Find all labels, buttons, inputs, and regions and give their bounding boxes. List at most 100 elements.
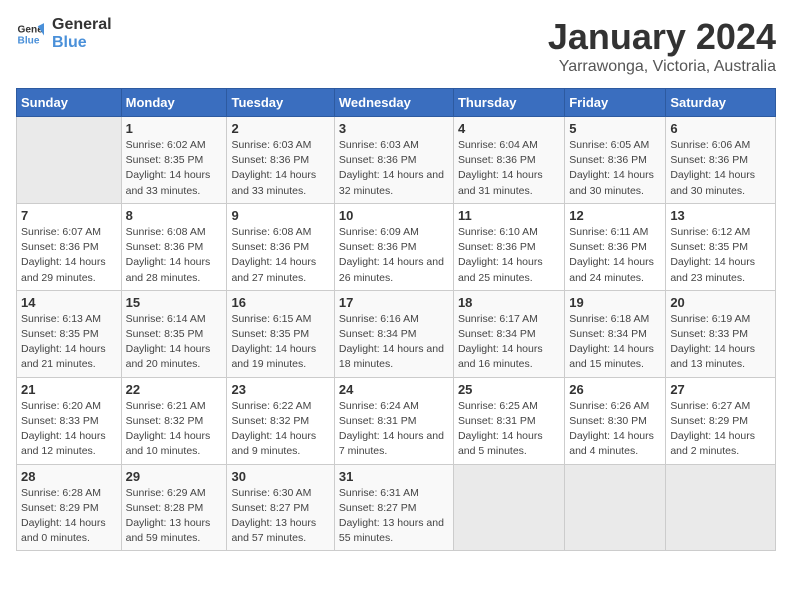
header-row: SundayMondayTuesdayWednesdayThursdayFrid… [17, 89, 776, 117]
week-row-1: 1Sunrise: 6:02 AMSunset: 8:35 PMDaylight… [17, 117, 776, 204]
calendar-cell: 10 Sunrise: 6:09 AMSunset: 8:36 PMDayligh… [334, 203, 453, 290]
day-number: 8 [126, 208, 223, 223]
day-info: Sunrise: 6:29 AMSunset: 8:28 PMDaylight:… [126, 486, 223, 547]
calendar-cell [17, 117, 122, 204]
calendar-cell: 5 Sunrise: 6:05 AMSunset: 8:36 PMDaylight… [565, 117, 666, 204]
calendar-cell: 16 Sunrise: 6:15 AMSunset: 8:35 PMDayligh… [227, 290, 334, 377]
calendar-cell: 13 Sunrise: 6:12 AMSunset: 8:35 PMDayligh… [666, 203, 776, 290]
day-info: Sunrise: 6:03 AMSunset: 8:36 PMDaylight:… [231, 138, 329, 199]
day-number: 23 [231, 382, 329, 397]
day-info: Sunrise: 6:11 AMSunset: 8:36 PMDaylight:… [569, 225, 661, 286]
day-info: Sunrise: 6:16 AMSunset: 8:34 PMDaylight:… [339, 312, 449, 373]
day-number: 19 [569, 295, 661, 310]
day-number: 22 [126, 382, 223, 397]
day-info: Sunrise: 6:31 AMSunset: 8:27 PMDaylight:… [339, 486, 449, 547]
day-info: Sunrise: 6:12 AMSunset: 8:35 PMDaylight:… [670, 225, 771, 286]
day-number: 13 [670, 208, 771, 223]
day-number: 20 [670, 295, 771, 310]
calendar-cell: 3 Sunrise: 6:03 AMSunset: 8:36 PMDaylight… [334, 117, 453, 204]
page-subtitle: Yarrawonga, Victoria, Australia [548, 58, 776, 76]
day-info: Sunrise: 6:10 AMSunset: 8:36 PMDaylight:… [458, 225, 560, 286]
calendar-cell: 27 Sunrise: 6:27 AMSunset: 8:29 PMDayligh… [666, 377, 776, 464]
day-info: Sunrise: 6:05 AMSunset: 8:36 PMDaylight:… [569, 138, 661, 199]
day-info: Sunrise: 6:08 AMSunset: 8:36 PMDaylight:… [231, 225, 329, 286]
day-info: Sunrise: 6:19 AMSunset: 8:33 PMDaylight:… [670, 312, 771, 373]
day-number: 18 [458, 295, 560, 310]
calendar-cell: 1Sunrise: 6:02 AMSunset: 8:35 PMDaylight… [121, 117, 227, 204]
logo: General Blue General Blue [16, 16, 112, 51]
day-info: Sunrise: 6:09 AMSunset: 8:36 PMDaylight:… [339, 225, 449, 286]
day-info: Sunrise: 6:30 AMSunset: 8:27 PMDaylight:… [231, 486, 329, 547]
day-number: 27 [670, 382, 771, 397]
day-number: 16 [231, 295, 329, 310]
day-number: 10 [339, 208, 449, 223]
calendar-cell: 23 Sunrise: 6:22 AMSunset: 8:32 PMDayligh… [227, 377, 334, 464]
day-info: Sunrise: 6:14 AMSunset: 8:35 PMDaylight:… [126, 312, 223, 373]
calendar-cell: 26 Sunrise: 6:26 AMSunset: 8:30 PMDayligh… [565, 377, 666, 464]
day-number: 28 [21, 469, 117, 484]
day-number: 4 [458, 121, 560, 136]
column-header-saturday: Saturday [666, 89, 776, 117]
day-number: 7 [21, 208, 117, 223]
day-info: Sunrise: 6:06 AMSunset: 8:36 PMDaylight:… [670, 138, 771, 199]
calendar-cell: 31 Sunrise: 6:31 AMSunset: 8:27 PMDayligh… [334, 464, 453, 551]
day-info: Sunrise: 6:18 AMSunset: 8:34 PMDaylight:… [569, 312, 661, 373]
day-info: Sunrise: 6:03 AMSunset: 8:36 PMDaylight:… [339, 138, 449, 199]
week-row-4: 21Sunrise: 6:20 AMSunset: 8:33 PMDayligh… [17, 377, 776, 464]
day-number: 2 [231, 121, 329, 136]
day-number: 6 [670, 121, 771, 136]
calendar-cell: 20 Sunrise: 6:19 AMSunset: 8:33 PMDayligh… [666, 290, 776, 377]
calendar-cell: 7 Sunrise: 6:07 AMSunset: 8:36 PMDaylight… [17, 203, 122, 290]
calendar-cell: 25Sunrise: 6:25 AMSunset: 8:31 PMDayligh… [453, 377, 564, 464]
calendar-cell: 17 Sunrise: 6:16 AMSunset: 8:34 PMDayligh… [334, 290, 453, 377]
svg-text:Blue: Blue [18, 35, 40, 46]
column-header-wednesday: Wednesday [334, 89, 453, 117]
day-info: Sunrise: 6:27 AMSunset: 8:29 PMDaylight:… [670, 399, 771, 460]
page-title: January 2024 [548, 16, 776, 58]
day-number: 9 [231, 208, 329, 223]
calendar-cell: 30Sunrise: 6:30 AMSunset: 8:27 PMDayligh… [227, 464, 334, 551]
calendar-cell: 28 Sunrise: 6:28 AMSunset: 8:29 PMDayligh… [17, 464, 122, 551]
calendar-cell: 15 Sunrise: 6:14 AMSunset: 8:35 PMDayligh… [121, 290, 227, 377]
week-row-3: 14Sunrise: 6:13 AMSunset: 8:35 PMDayligh… [17, 290, 776, 377]
calendar-cell: 2 Sunrise: 6:03 AMSunset: 8:36 PMDaylight… [227, 117, 334, 204]
day-number: 15 [126, 295, 223, 310]
week-row-2: 7 Sunrise: 6:07 AMSunset: 8:36 PMDaylight… [17, 203, 776, 290]
calendar-cell: 29 Sunrise: 6:29 AMSunset: 8:28 PMDayligh… [121, 464, 227, 551]
column-header-tuesday: Tuesday [227, 89, 334, 117]
calendar-cell: 6 Sunrise: 6:06 AMSunset: 8:36 PMDaylight… [666, 117, 776, 204]
column-header-friday: Friday [565, 89, 666, 117]
calendar-table: SundayMondayTuesdayWednesdayThursdayFrid… [16, 88, 776, 551]
day-number: 14 [21, 295, 117, 310]
day-number: 17 [339, 295, 449, 310]
day-info: Sunrise: 6:04 AMSunset: 8:36 PMDaylight:… [458, 138, 560, 199]
logo-icon: General Blue [16, 20, 44, 48]
day-number: 31 [339, 469, 449, 484]
calendar-cell: 22 Sunrise: 6:21 AMSunset: 8:32 PMDayligh… [121, 377, 227, 464]
day-info: Sunrise: 6:21 AMSunset: 8:32 PMDaylight:… [126, 399, 223, 460]
day-number: 5 [569, 121, 661, 136]
day-info: Sunrise: 6:15 AMSunset: 8:35 PMDaylight:… [231, 312, 329, 373]
column-header-sunday: Sunday [17, 89, 122, 117]
day-number: 3 [339, 121, 449, 136]
day-info: Sunrise: 6:26 AMSunset: 8:30 PMDaylight:… [569, 399, 661, 460]
day-number: 29 [126, 469, 223, 484]
column-header-monday: Monday [121, 89, 227, 117]
calendar-cell [453, 464, 564, 551]
day-info: Sunrise: 6:28 AMSunset: 8:29 PMDaylight:… [21, 486, 117, 547]
calendar-cell: 11 Sunrise: 6:10 AMSunset: 8:36 PMDayligh… [453, 203, 564, 290]
day-info: Sunrise: 6:24 AMSunset: 8:31 PMDaylight:… [339, 399, 449, 460]
calendar-cell: 4 Sunrise: 6:04 AMSunset: 8:36 PMDaylight… [453, 117, 564, 204]
day-number: 1 [126, 121, 223, 136]
day-number: 25 [458, 382, 560, 397]
day-info: Sunrise: 6:07 AMSunset: 8:36 PMDaylight:… [21, 225, 117, 286]
day-number: 11 [458, 208, 560, 223]
day-info: Sunrise: 6:17 AMSunset: 8:34 PMDaylight:… [458, 312, 560, 373]
day-info: Sunrise: 6:22 AMSunset: 8:32 PMDaylight:… [231, 399, 329, 460]
day-number: 26 [569, 382, 661, 397]
week-row-5: 28 Sunrise: 6:28 AMSunset: 8:29 PMDayligh… [17, 464, 776, 551]
day-number: 21 [21, 382, 117, 397]
calendar-cell: 9 Sunrise: 6:08 AMSunset: 8:36 PMDaylight… [227, 203, 334, 290]
day-number: 24 [339, 382, 449, 397]
page-header: General Blue General Blue January 2024 Y… [16, 16, 776, 76]
